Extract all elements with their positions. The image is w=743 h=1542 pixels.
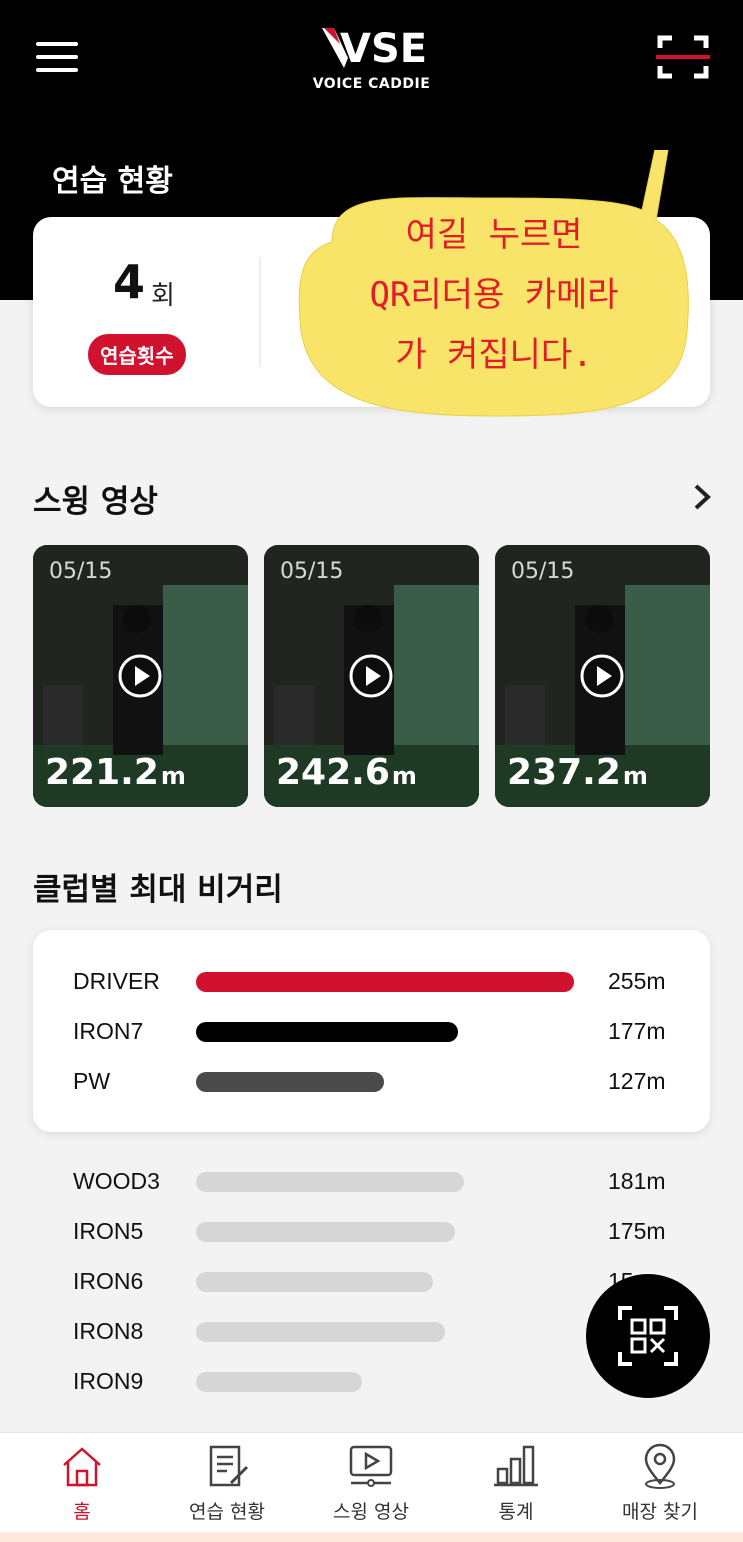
logo-text: VOICE CADDIE (312, 76, 431, 92)
club-name: IRON7 (73, 1018, 144, 1044)
video-distance-value: 221.2 (45, 752, 159, 793)
annotation-line: QR리더용 카메라 (369, 275, 619, 315)
annotation-line: 여길 누르면 (405, 215, 583, 255)
club-distance-bar (196, 1222, 455, 1242)
chevron-right-icon[interactable] (688, 482, 716, 512)
nav-item-swing-video[interactable]: 스윙 영상 (297, 1433, 445, 1533)
logo-mark-text: VSE (340, 26, 427, 72)
club-distance-value: 175 (608, 1218, 647, 1244)
qr-scan-fab[interactable] (586, 1274, 710, 1398)
stat-divider (259, 257, 261, 367)
video-date: 05/15 (49, 559, 113, 584)
club-distance-value: 255 (608, 968, 647, 994)
club-distance-bar (196, 1022, 458, 1042)
club-row: PW 127m (73, 1064, 710, 1100)
bar-chart-icon (494, 1445, 538, 1487)
nav-label: 매장 찾기 (622, 1501, 698, 1523)
club-row: DRIVER 255m (73, 964, 710, 1000)
club-row: WOOD3 181m (73, 1164, 710, 1200)
map-pin-icon (644, 1443, 676, 1489)
club-name: IRON9 (73, 1368, 144, 1394)
nav-label: 홈 (73, 1501, 91, 1523)
video-play-icon (349, 1445, 393, 1487)
play-icon[interactable] (579, 653, 625, 699)
annotation-line: 가 켜집니다. (395, 335, 593, 375)
bottom-navigation: 홈 연습 현황 스윙 영상 통계 매장 찾기 (0, 1432, 743, 1532)
qr-code-icon (618, 1306, 678, 1366)
practice-report-icon (209, 1445, 249, 1487)
club-name: WOOD3 (73, 1168, 160, 1194)
practice-count-badge: 연습횟수 (88, 334, 186, 375)
club-distance-title: 클럽별 최대 비거리 (33, 872, 283, 908)
club-distance: 175m (608, 1218, 666, 1245)
video-date: 05/15 (280, 559, 344, 584)
club-distance: 181m (608, 1168, 666, 1195)
club-distance-unit: m (646, 1218, 666, 1244)
practice-count-value: 4 (113, 255, 146, 309)
video-distance: 242.6m (276, 752, 417, 793)
video-distance-unit: m (391, 762, 417, 790)
club-distance-bar (196, 1322, 445, 1342)
nav-label: 연습 현황 (189, 1501, 265, 1523)
video-distance-unit: m (160, 762, 186, 790)
club-name: IRON5 (73, 1218, 144, 1244)
play-icon[interactable] (117, 653, 163, 699)
nav-item-practice[interactable]: 연습 현황 (153, 1433, 301, 1533)
swing-video-card[interactable]: 05/15 221.2m (33, 545, 248, 807)
club-distance-bar (196, 1372, 362, 1392)
club-distance-bar (196, 1272, 433, 1292)
hamburger-menu-icon[interactable] (36, 40, 80, 74)
video-distance-unit: m (622, 762, 648, 790)
nav-item-stats[interactable]: 통계 (442, 1433, 590, 1533)
club-distance-bar (196, 1072, 384, 1092)
club-row: IRON7 177m (73, 1014, 710, 1050)
nav-label: 통계 (498, 1501, 534, 1523)
video-distance: 221.2m (45, 752, 186, 793)
club-name: IRON8 (73, 1318, 144, 1344)
club-row: IRON5 175m (73, 1214, 710, 1250)
swing-video-card[interactable]: 05/15 237.2m (495, 545, 710, 807)
club-distance-unit: m (646, 1018, 666, 1044)
club-distance-bar (196, 1172, 464, 1192)
practice-status-title: 연습 현황 (52, 164, 173, 199)
video-distance-value: 237.2 (507, 752, 621, 793)
practice-count-unit: 회 (151, 281, 175, 311)
voice-caddie-logo: VSE VOICE CADDIE (300, 24, 443, 94)
club-distance-bar (196, 972, 574, 992)
club-distance: 255m (608, 968, 666, 995)
bottom-strip (0, 1532, 743, 1542)
nav-label: 스윙 영상 (333, 1501, 409, 1523)
swing-video-card[interactable]: 05/15 242.6m (264, 545, 479, 807)
club-distance: 127m (608, 1068, 666, 1095)
video-distance-value: 242.6 (276, 752, 390, 793)
top-club-card: DRIVER 255m IRON7 177m PW 127m (33, 930, 710, 1132)
club-distance-value: 181 (608, 1168, 647, 1194)
home-icon (63, 1447, 101, 1487)
video-date: 05/15 (511, 559, 575, 584)
qr-scan-icon[interactable] (656, 34, 710, 80)
club-name: DRIVER (73, 968, 160, 994)
play-icon[interactable] (348, 653, 394, 699)
swing-video-title: 스윙 영상 (33, 484, 158, 520)
club-distance-unit: m (646, 1068, 666, 1094)
club-distance-value: 177 (608, 1018, 647, 1044)
nav-item-home[interactable]: 홈 (8, 1433, 156, 1533)
club-name: IRON6 (73, 1268, 144, 1294)
nav-item-store-finder[interactable]: 매장 찾기 (586, 1433, 734, 1533)
annotation-text: 여길 누르면 QR리더용 카메라 가 켜집니다. (296, 205, 692, 385)
club-distance-unit: m (646, 968, 666, 994)
club-distance-value: 127 (608, 1068, 647, 1094)
club-distance: 177m (608, 1018, 666, 1045)
club-name: PW (73, 1068, 111, 1094)
video-distance: 237.2m (507, 752, 648, 793)
club-distance-unit: m (646, 1168, 666, 1194)
